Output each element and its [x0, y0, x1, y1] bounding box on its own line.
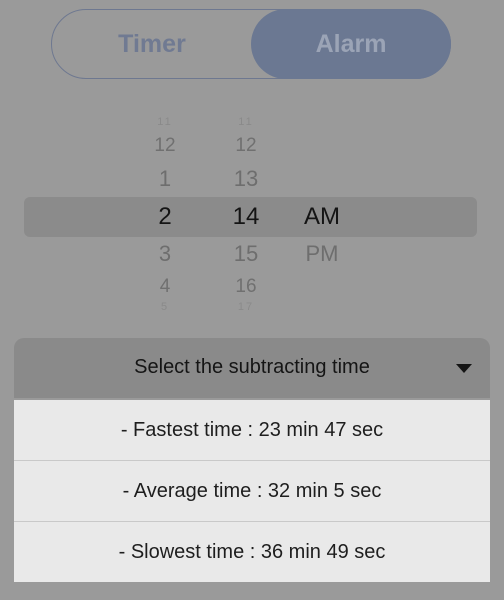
alarm-tab[interactable]: Alarm [251, 9, 451, 79]
hour-option[interactable]: 5 [125, 301, 205, 313]
mode-segmented-control: Timer Alarm [51, 9, 451, 79]
option-slowest-time[interactable]: - Slowest time : 36 min 49 sec [14, 522, 490, 582]
option-fastest-time[interactable]: - Fastest time : 23 min 47 sec [14, 400, 490, 461]
hour-option[interactable]: 1 [125, 166, 205, 192]
minute-option[interactable]: 11 [205, 116, 287, 128]
option-average-time[interactable]: - Average time : 32 min 5 sec [14, 461, 490, 522]
hour-selected[interactable]: 2 [125, 203, 205, 231]
dropdown-label: Select the subtracting time [134, 356, 370, 378]
minute-option[interactable]: 15 [205, 241, 287, 267]
hour-option[interactable]: 4 [125, 276, 205, 298]
minute-option[interactable]: 16 [205, 276, 287, 298]
time-picker[interactable]: 11 12 1 2 3 4 5 11 12 13 14 15 16 17 AM … [0, 110, 504, 320]
minute-option[interactable]: 12 [205, 135, 287, 157]
timer-tab[interactable]: Timer [52, 10, 252, 78]
subtracting-time-dropdown[interactable]: Select the subtracting time [14, 338, 490, 398]
minute-selected[interactable]: 14 [205, 203, 287, 231]
minute-option[interactable]: 13 [205, 166, 287, 192]
period-selected[interactable]: AM [282, 203, 362, 231]
hour-option[interactable]: 12 [125, 135, 205, 157]
period-option[interactable]: PM [282, 241, 362, 267]
hour-option[interactable]: 3 [125, 241, 205, 267]
minute-option[interactable]: 17 [205, 301, 287, 313]
hour-option[interactable]: 11 [125, 116, 205, 128]
caret-down-icon [456, 364, 472, 373]
dropdown-options-list: - Fastest time : 23 min 47 sec - Average… [14, 400, 490, 582]
